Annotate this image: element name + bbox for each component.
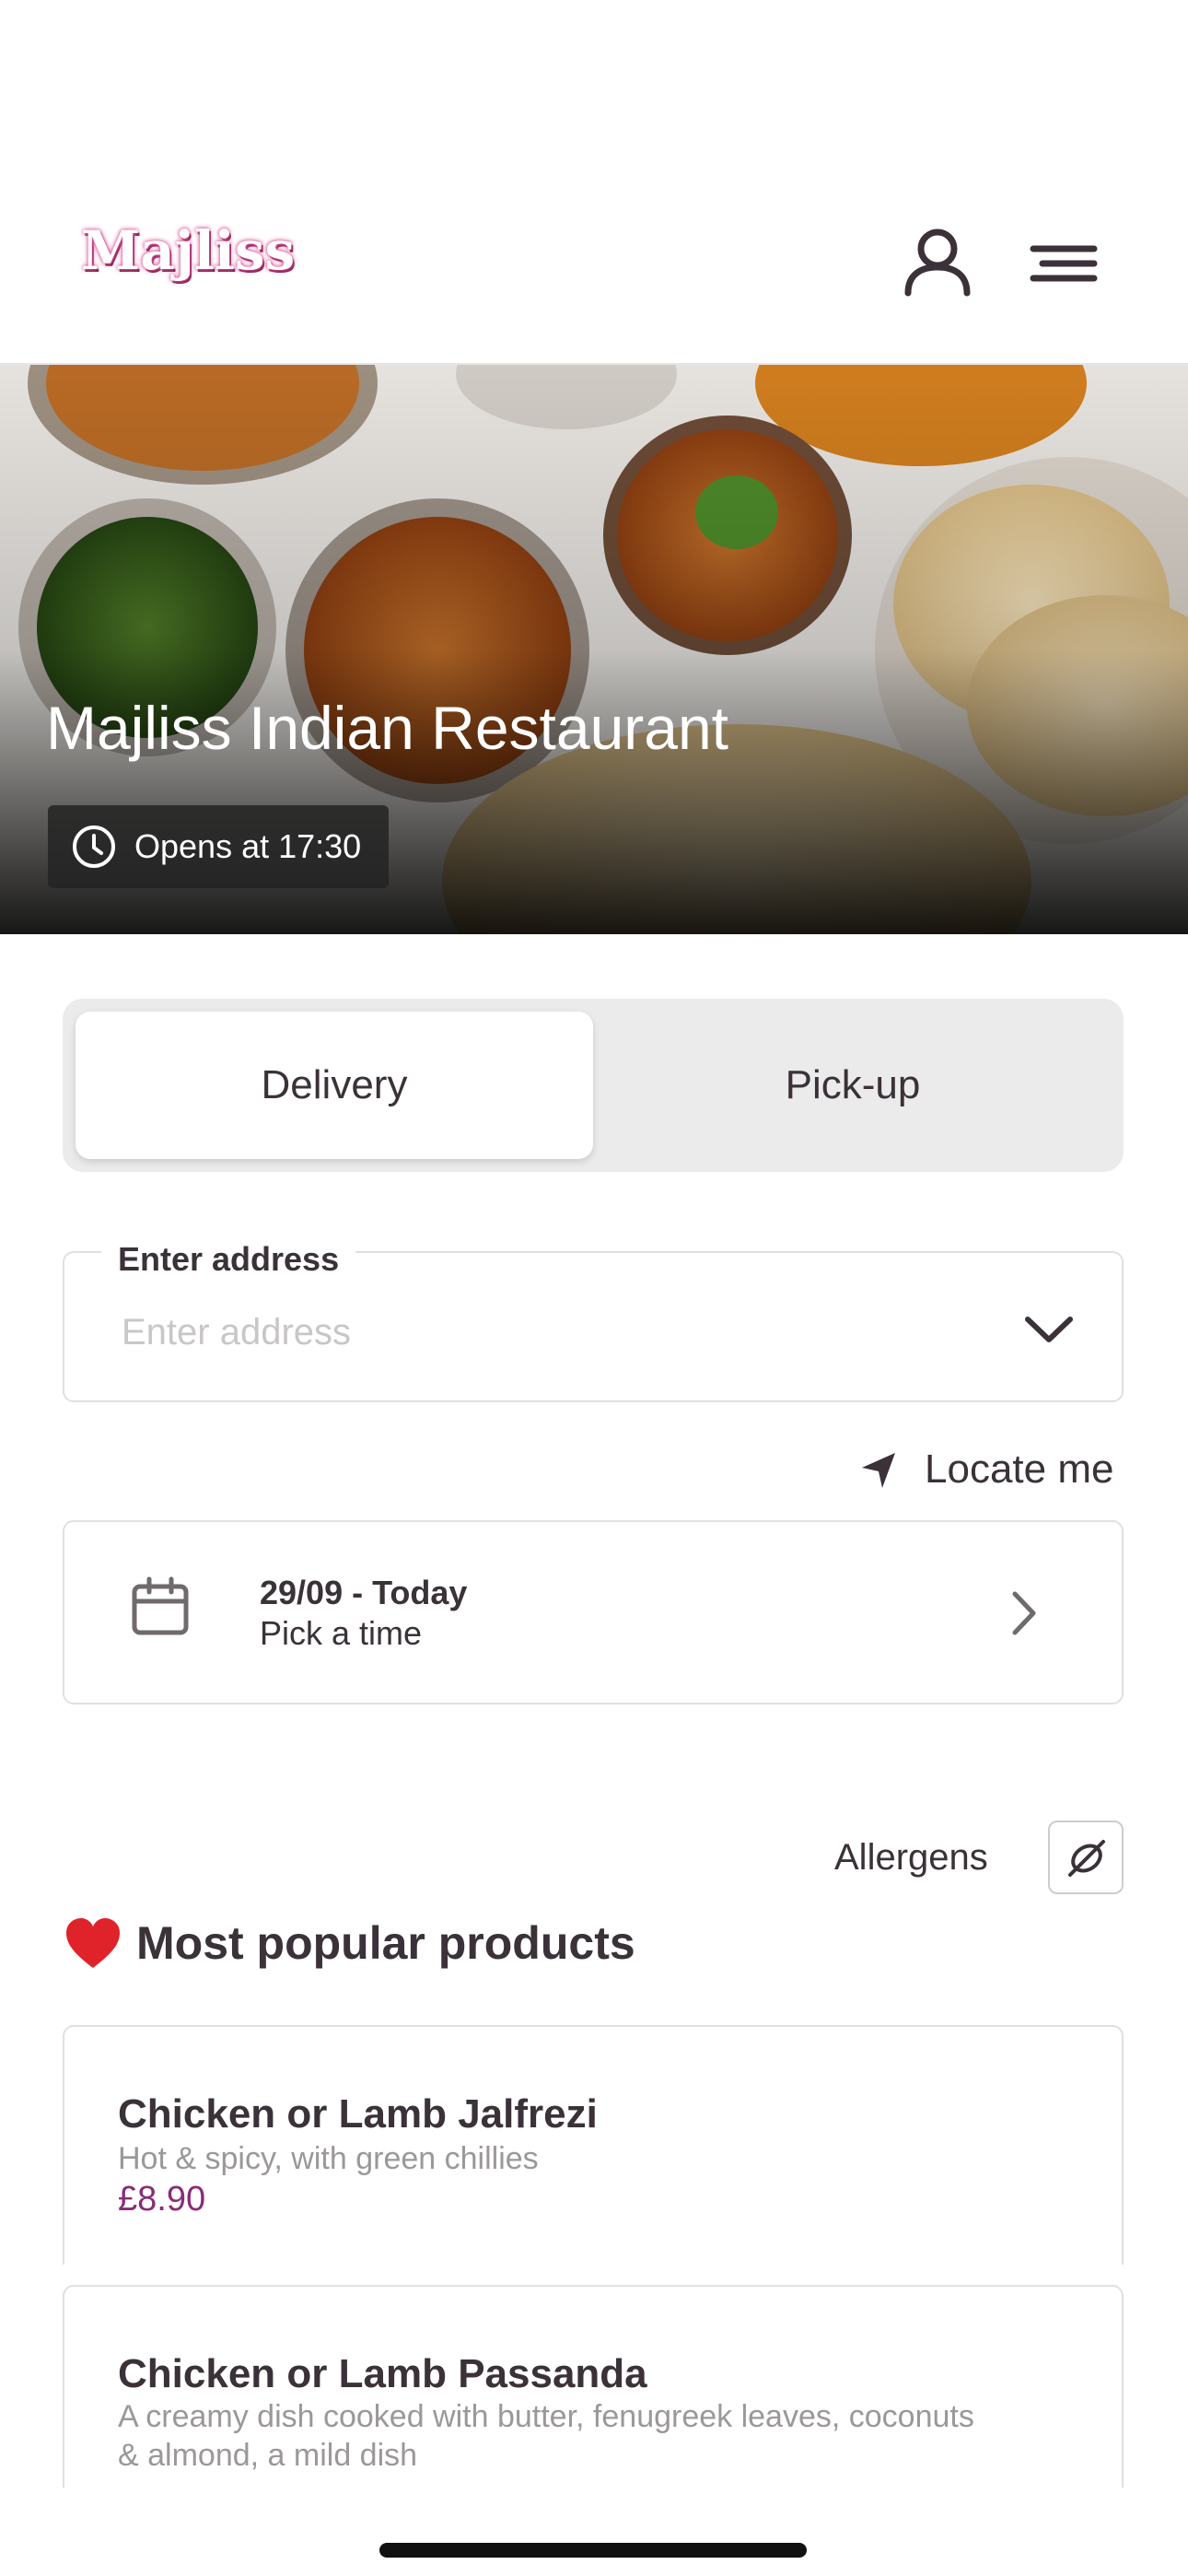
product-card[interactable]: Chicken or Lamb Jalfrezi Hot & spicy, wi…	[63, 2025, 1124, 2265]
product-name: Chicken or Lamb Passanda	[118, 2351, 647, 2396]
popular-section-title: Most popular products	[64, 1916, 635, 1970]
locate-me-button[interactable]: Locate me	[858, 1446, 1113, 1493]
allergen-icon	[1068, 1840, 1105, 1877]
brand-logo[interactable]: Majliss	[81, 219, 295, 282]
menu-icon	[1030, 245, 1098, 282]
user-icon	[904, 228, 971, 297]
home-indicator[interactable]	[379, 2543, 807, 2558]
allergens-button[interactable]	[1048, 1821, 1124, 1894]
clock-icon	[73, 825, 115, 868]
heart-icon	[66, 1918, 120, 1968]
tab-delivery[interactable]: Delivery	[76, 1012, 593, 1159]
restaurant-name: Majliss Indian Restaurant	[46, 694, 729, 762]
product-price: £8.90	[118, 2180, 206, 2219]
opening-hours-text: Opens at 17:30	[134, 827, 362, 865]
app-header	[0, 0, 1188, 365]
product-description: Hot & spicy, with green chillies	[118, 2141, 539, 2176]
chevron-right-icon	[1002, 1587, 1046, 1640]
schedule-date: 29/09 - Today	[260, 1574, 468, 1611]
schedule-picker[interactable]	[63, 1520, 1124, 1704]
calendar-icon	[127, 1574, 193, 1640]
address-field-label: Enter address	[101, 1240, 356, 1279]
location-arrow-icon	[862, 1453, 895, 1488]
allergens-label: Allergens	[834, 1837, 988, 1878]
product-name: Chicken or Lamb Jalfrezi	[118, 2091, 598, 2137]
account-button[interactable]	[891, 221, 984, 313]
opening-hours-badge: Opens at 17:30	[48, 805, 390, 888]
locate-me-label: Locate me	[925, 1446, 1114, 1492]
schedule-time-prompt: Pick a time	[260, 1614, 423, 1652]
product-description: A creamy dish cooked with butter, fenugr…	[118, 2399, 974, 2473]
section-heading: Most popular products	[136, 1917, 635, 1969]
chevron-down-icon[interactable]	[1019, 1305, 1079, 1352]
menu-button[interactable]	[1022, 221, 1114, 313]
tab-pickup[interactable]: Pick-up	[595, 1012, 1111, 1159]
product-card[interactable]: Chicken or Lamb Passanda A creamy dish c…	[63, 2285, 1124, 2488]
address-input[interactable]: Enter address	[122, 1312, 351, 1353]
